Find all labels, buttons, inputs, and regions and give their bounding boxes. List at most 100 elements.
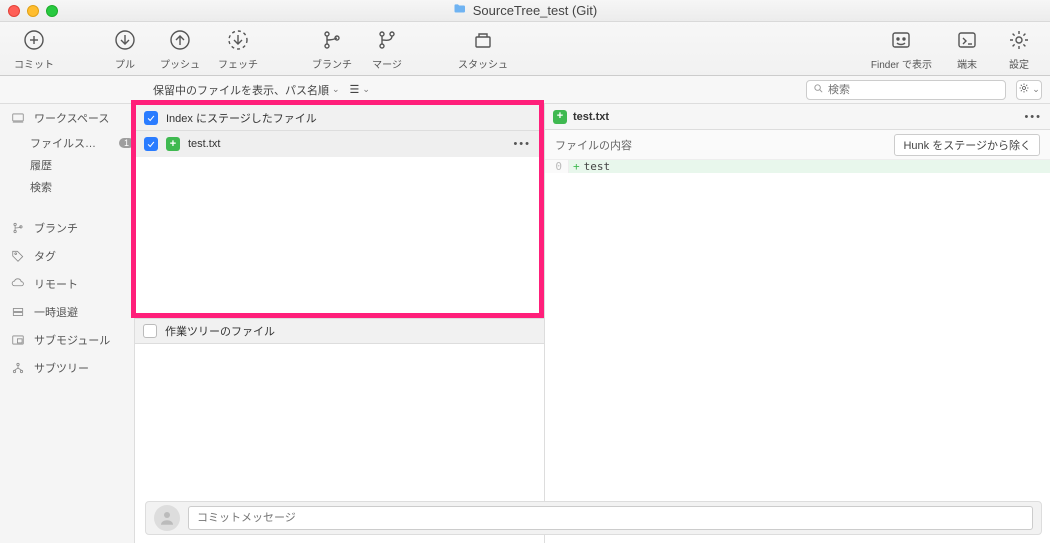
pending-files-label: 保留中のファイルを表示、パス名順 bbox=[153, 82, 329, 98]
diff-line[interactable]: 0 + test bbox=[545, 160, 1050, 173]
settings-button[interactable]: 設定 bbox=[1002, 26, 1036, 71]
show-finder-button[interactable]: Finder で表示 bbox=[871, 26, 932, 71]
list-mode-dropdown[interactable]: ☰ ⌄ bbox=[350, 83, 370, 96]
merge-button[interactable]: マージ bbox=[370, 26, 404, 71]
hunk-unstage-button[interactable]: Hunk をステージから除く bbox=[894, 134, 1040, 156]
merge-icon bbox=[373, 26, 401, 54]
search-input[interactable] bbox=[828, 84, 999, 96]
sidebar-item-search[interactable]: 検索 bbox=[0, 176, 134, 198]
commit-bar bbox=[145, 501, 1042, 535]
stash-button[interactable]: スタッシュ bbox=[458, 26, 508, 71]
commit-button[interactable]: コミット bbox=[14, 26, 54, 71]
push-label: プッシュ bbox=[160, 56, 200, 71]
sidebar-item-subtrees[interactable]: サブツリー bbox=[0, 354, 134, 382]
sidebar-label: ワークスペース bbox=[34, 110, 109, 126]
stash-icon bbox=[469, 26, 497, 54]
sidebar-item-stashes[interactable]: 一時退避 bbox=[0, 298, 134, 326]
sidebar-label: ファイルス… bbox=[30, 135, 96, 151]
toolbar: コミット プル プッシュ フェッチ ブランチ マージ スタッシュ bbox=[0, 22, 1050, 76]
sidebar-item-remotes[interactable]: リモート bbox=[0, 270, 134, 298]
pull-button[interactable]: プル bbox=[108, 26, 142, 71]
merge-label: マージ bbox=[372, 56, 402, 71]
sidebar-label: タグ bbox=[34, 248, 56, 264]
sidebar-label: 一時退避 bbox=[34, 304, 78, 320]
fetch-button[interactable]: フェッチ bbox=[218, 26, 258, 71]
diff-more-button[interactable]: ••• bbox=[1024, 111, 1042, 123]
fetch-icon bbox=[224, 26, 252, 54]
search-field[interactable] bbox=[806, 80, 1006, 100]
gear-icon bbox=[1018, 82, 1030, 97]
list-icon: ☰ bbox=[350, 83, 360, 96]
branch-button[interactable]: ブランチ bbox=[312, 26, 352, 71]
pull-label: プル bbox=[115, 56, 135, 71]
sidebar-item-submodules[interactable]: サブモジュール bbox=[0, 326, 134, 354]
diff-code: test bbox=[584, 160, 611, 173]
titlebar: SourceTree_test (Git) bbox=[0, 0, 1050, 22]
folder-icon bbox=[453, 2, 467, 19]
window-minimize-button[interactable] bbox=[27, 5, 39, 17]
diff-sign: + bbox=[569, 160, 584, 173]
sidebar-item-workspace[interactable]: ワークスペース bbox=[0, 104, 134, 132]
window-title: SourceTree_test (Git) bbox=[453, 2, 598, 19]
sidebar-label: サブモジュール bbox=[34, 332, 110, 348]
chevron-down-icon: ⌄ bbox=[362, 84, 370, 95]
sidebar-item-file-status[interactable]: ファイルス… 1 bbox=[0, 132, 134, 154]
sidebar-item-tags[interactable]: タグ bbox=[0, 242, 134, 270]
push-icon bbox=[166, 26, 194, 54]
pending-files-dropdown[interactable]: 保留中のファイルを表示、パス名順 ⌄ bbox=[153, 82, 340, 98]
commit-label: コミット bbox=[14, 56, 54, 71]
gear-icon bbox=[1005, 26, 1033, 54]
sidebar-label: 検索 bbox=[30, 179, 52, 195]
window-traffic-lights bbox=[8, 5, 58, 17]
status-added-icon: + bbox=[166, 137, 180, 151]
staged-highlight-box: Index にステージしたファイル + test.txt ••• bbox=[131, 100, 544, 318]
window-close-button[interactable] bbox=[8, 5, 20, 17]
staged-empty-area bbox=[136, 157, 539, 313]
diff-filename: test.txt bbox=[573, 111, 609, 123]
staged-file-row[interactable]: + test.txt ••• bbox=[136, 131, 539, 157]
main-area: ワークスペース ファイルス… 1 履歴 検索 ブランチ タグ リモート 一時退避 bbox=[0, 104, 1050, 543]
options-button[interactable]: ⌄ bbox=[1016, 80, 1042, 100]
branch-label: ブランチ bbox=[312, 56, 352, 71]
sidebar: ワークスペース ファイルス… 1 履歴 検索 ブランチ タグ リモート 一時退避 bbox=[0, 104, 135, 543]
show-finder-label: Finder で表示 bbox=[871, 56, 932, 71]
diff-header: + test.txt ••• bbox=[545, 104, 1050, 130]
sidebar-label: リモート bbox=[34, 276, 78, 292]
sidebar-item-history[interactable]: 履歴 bbox=[0, 154, 134, 176]
staged-all-checkbox[interactable] bbox=[144, 111, 158, 125]
file-list-panel: Index にステージしたファイル + test.txt ••• 作業ツリーのフ… bbox=[135, 104, 545, 543]
status-added-icon: + bbox=[553, 110, 567, 124]
avatar[interactable] bbox=[154, 505, 180, 531]
stash-label: スタッシュ bbox=[458, 56, 508, 71]
sidebar-item-branches[interactable]: ブランチ bbox=[0, 214, 134, 242]
commit-icon bbox=[20, 26, 48, 54]
worktree-all-checkbox[interactable] bbox=[143, 324, 157, 338]
pull-icon bbox=[111, 26, 139, 54]
worktree-header: 作業ツリーのファイル bbox=[135, 318, 544, 344]
terminal-button[interactable]: 端末 bbox=[950, 26, 984, 71]
terminal-icon bbox=[953, 26, 981, 54]
chevron-down-icon: ⌄ bbox=[1032, 84, 1040, 95]
chevron-down-icon: ⌄ bbox=[332, 84, 340, 95]
terminal-label: 端末 bbox=[957, 56, 977, 71]
diff-subheader: ファイルの内容 Hunk をステージから除く bbox=[545, 130, 1050, 160]
sidebar-label: 履歴 bbox=[30, 157, 52, 173]
search-icon bbox=[813, 83, 824, 97]
file-name: test.txt bbox=[188, 138, 220, 150]
commit-message-input[interactable] bbox=[188, 506, 1033, 530]
finder-icon bbox=[887, 26, 915, 54]
window-maximize-button[interactable] bbox=[46, 5, 58, 17]
sidebar-label: サブツリー bbox=[34, 360, 89, 376]
staged-header: Index にステージしたファイル bbox=[136, 105, 539, 131]
diff-line-number: 0 bbox=[545, 160, 569, 173]
worktree-header-label: 作業ツリーのファイル bbox=[165, 323, 275, 339]
settings-label: 設定 bbox=[1009, 56, 1029, 71]
staged-header-label: Index にステージしたファイル bbox=[166, 110, 317, 126]
fetch-label: フェッチ bbox=[218, 56, 258, 71]
diff-content-label: ファイルの内容 bbox=[555, 137, 632, 153]
push-button[interactable]: プッシュ bbox=[160, 26, 200, 71]
file-more-button[interactable]: ••• bbox=[513, 138, 531, 150]
diff-panel: + test.txt ••• ファイルの内容 Hunk をステージから除く 0 … bbox=[545, 104, 1050, 543]
sidebar-label: ブランチ bbox=[34, 220, 78, 236]
file-checkbox[interactable] bbox=[144, 137, 158, 151]
